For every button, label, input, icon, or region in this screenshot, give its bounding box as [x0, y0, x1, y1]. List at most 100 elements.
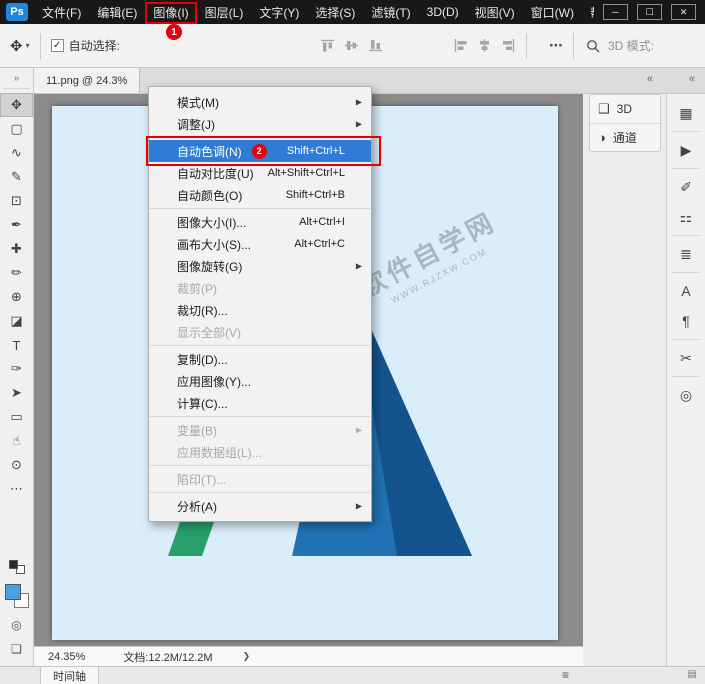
expand-tools-icon[interactable]: »: [0, 68, 33, 88]
status-bar: 24.35% 文档:12.2M/12.2M ❯: [34, 646, 583, 666]
panel-grid-icon[interactable]: ▤: [688, 669, 697, 680]
align-buttons-group: [320, 38, 383, 53]
foreground-color-swatch[interactable]: [5, 584, 21, 600]
align-right-edges-icon[interactable]: [501, 38, 516, 53]
menu-item-image-size[interactable]: 图像大小(I)...Alt+Ctrl+I: [149, 211, 371, 233]
status-popup-chevron-icon[interactable]: ❯: [243, 651, 251, 662]
menubar-item-help[interactable]: 帮助(H): [582, 0, 594, 24]
more-options-icon[interactable]: ⋯: [549, 37, 563, 54]
menu-item-calculations[interactable]: 计算(C)...: [149, 392, 371, 414]
menu-item-label: 裁剪(P): [177, 280, 217, 297]
quick-selection-tool[interactable]: ✎: [0, 165, 33, 189]
lasso-tool[interactable]: ∿: [0, 141, 33, 165]
menu-item-shortcut: Alt+Shift+Ctrl+L: [268, 167, 345, 179]
layer-comps-panel-icon[interactable]: ≣: [667, 239, 705, 269]
hamburger-icon[interactable]: ≡: [562, 668, 569, 682]
collapse-panels-icon[interactable]: «: [647, 73, 653, 85]
menu-item-auto-contrast[interactable]: 自动对比度(U)Alt+Shift+Ctrl+L: [149, 162, 371, 184]
rectangle-tool[interactable]: ▭: [0, 405, 33, 429]
document-tab[interactable]: 11.png @ 24.3%: [34, 68, 140, 93]
maximize-button[interactable]: ☐: [637, 4, 662, 20]
menu-item-trim[interactable]: 裁切(R)...: [149, 299, 371, 321]
panel-label: 3D: [617, 102, 632, 116]
menu-separator: [150, 208, 370, 209]
align-vertical-centers-icon[interactable]: [344, 38, 359, 53]
menu-item-adjustments[interactable]: 调整(J)▶: [149, 113, 371, 135]
menu-item-canvas-size[interactable]: 画布大小(S)...Alt+Ctrl+C: [149, 233, 371, 255]
photoshop-logo-icon: Ps: [6, 3, 28, 21]
screen-mode-icon[interactable]: ❏: [11, 642, 22, 656]
menu-item-variables[interactable]: 变量(B)▶: [149, 419, 371, 441]
menu-item-image-rotation[interactable]: 图像旋转(G)▶: [149, 255, 371, 277]
clone-stamp-tool[interactable]: ⊕: [0, 285, 33, 309]
minimize-button[interactable]: ─: [603, 4, 628, 20]
eraser-tool[interactable]: ◪: [0, 309, 33, 333]
menu-item-reveal-all[interactable]: 显示全部(V): [149, 321, 371, 343]
menu-item-apply-image[interactable]: 应用图像(Y)...: [149, 370, 371, 392]
menubar-item-type[interactable]: 文字(Y): [251, 0, 307, 24]
menu-item-shortcut: Shift+Ctrl+L: [287, 145, 345, 157]
quick-mask-icon[interactable]: ◎: [11, 618, 21, 632]
photoshop-window: Ps 文件(F)编辑(E)图像(I)图层(L)文字(Y)选择(S)滤镜(T)3D…: [0, 0, 705, 684]
brush-tool[interactable]: ✏: [0, 261, 33, 285]
path-selection-tool[interactable]: ➤: [0, 381, 33, 405]
crop-tool[interactable]: ⊡: [0, 189, 33, 213]
tool-preset-picker[interactable]: ✥ ▾: [10, 37, 30, 55]
search-icon[interactable]: [586, 39, 600, 53]
menu-separator: [150, 492, 370, 493]
menubar-item-image[interactable]: 图像(I): [145, 2, 196, 24]
move-tool[interactable]: ✥: [0, 93, 33, 117]
menubar-item-window[interactable]: 窗口(W): [523, 0, 582, 24]
menubar-item-select[interactable]: 选择(S): [307, 0, 363, 24]
collapse-dock-icon[interactable]: «: [689, 73, 695, 85]
timeline-tab[interactable]: 时间轴: [40, 667, 99, 684]
channels-panel-tab[interactable]: ◑通道: [590, 123, 660, 151]
tools-divider: [3, 88, 30, 89]
paragraph-panel-icon[interactable]: ¶: [667, 306, 705, 336]
menu-item-apply-data-set[interactable]: 应用数据组(L)...: [149, 441, 371, 463]
pen-tool[interactable]: ✑: [0, 357, 33, 381]
menu-item-shortcut: Alt+Ctrl+I: [299, 216, 345, 228]
menu-item-mode[interactable]: 模式(M)▶: [149, 91, 371, 113]
menubar-item-view[interactable]: 视图(V): [467, 0, 523, 24]
menubar-item-file[interactable]: 文件(F): [34, 0, 89, 24]
actions-panel-icon[interactable]: ▶: [667, 135, 705, 165]
menubar-item-filter[interactable]: 滤镜(T): [363, 0, 418, 24]
collapsed-panel-group: ❑3D◑通道: [589, 94, 661, 152]
zoom-tool[interactable]: ⊙: [0, 453, 33, 477]
clone-source-panel-icon[interactable]: ◎: [667, 380, 705, 410]
zoom-level-field[interactable]: 24.35%: [48, 651, 85, 663]
default-colors-icon[interactable]: [9, 560, 25, 574]
eyedropper-tool[interactable]: ✒: [0, 213, 33, 237]
type-tool[interactable]: T: [0, 333, 33, 357]
character-panel-icon[interactable]: A: [667, 276, 705, 306]
menu-item-auto-color[interactable]: 自动颜色(O)Shift+Ctrl+B: [149, 184, 371, 206]
menu-item-label: 应用数据组(L)...: [177, 444, 262, 461]
menubar-item-edit[interactable]: 编辑(E): [89, 0, 145, 24]
hand-tool[interactable]: ☝: [0, 429, 33, 453]
menu-item-duplicate[interactable]: 复制(D)...: [149, 348, 371, 370]
auto-select-checkbox[interactable]: ✓: [51, 39, 64, 52]
edit-toolbar-button[interactable]: ⋯: [0, 477, 33, 501]
align-left-edges-icon[interactable]: [453, 38, 468, 53]
menu-item-label: 自动颜色(O): [177, 187, 242, 204]
align-top-edges-icon[interactable]: [320, 38, 335, 53]
menubar-item-layer[interactable]: 图层(L): [197, 0, 252, 24]
menu-item-crop[interactable]: 裁剪(P): [149, 277, 371, 299]
properties-panel-icon[interactable]: ⚏: [667, 202, 705, 232]
menubar-item-3d[interactable]: 3D(D): [419, 0, 467, 24]
menu-item-trap[interactable]: 陷印(T)...: [149, 468, 371, 490]
brush-settings-panel-icon[interactable]: ✐: [667, 172, 705, 202]
menu-item-label: 画布大小(S)...: [177, 236, 251, 253]
menu-item-auto-tone[interactable]: 自动色调(N)2Shift+Ctrl+L: [149, 140, 371, 162]
align-horizontal-centers-icon[interactable]: [477, 38, 492, 53]
align-bottom-edges-icon[interactable]: [368, 38, 383, 53]
rectangular-marquee-tool[interactable]: ▢: [0, 117, 33, 141]
tool-presets-panel-icon[interactable]: ✂: [667, 343, 705, 373]
color-swatches: [5, 584, 29, 608]
close-button[interactable]: ✕: [671, 4, 696, 20]
menu-item-analysis[interactable]: 分析(A)▶: [149, 495, 371, 517]
spot-healing-brush-tool[interactable]: ✚: [0, 237, 33, 261]
3d-panel-tab[interactable]: ❑3D: [590, 95, 660, 123]
adjustments-panel-icon[interactable]: ▦: [667, 98, 705, 128]
